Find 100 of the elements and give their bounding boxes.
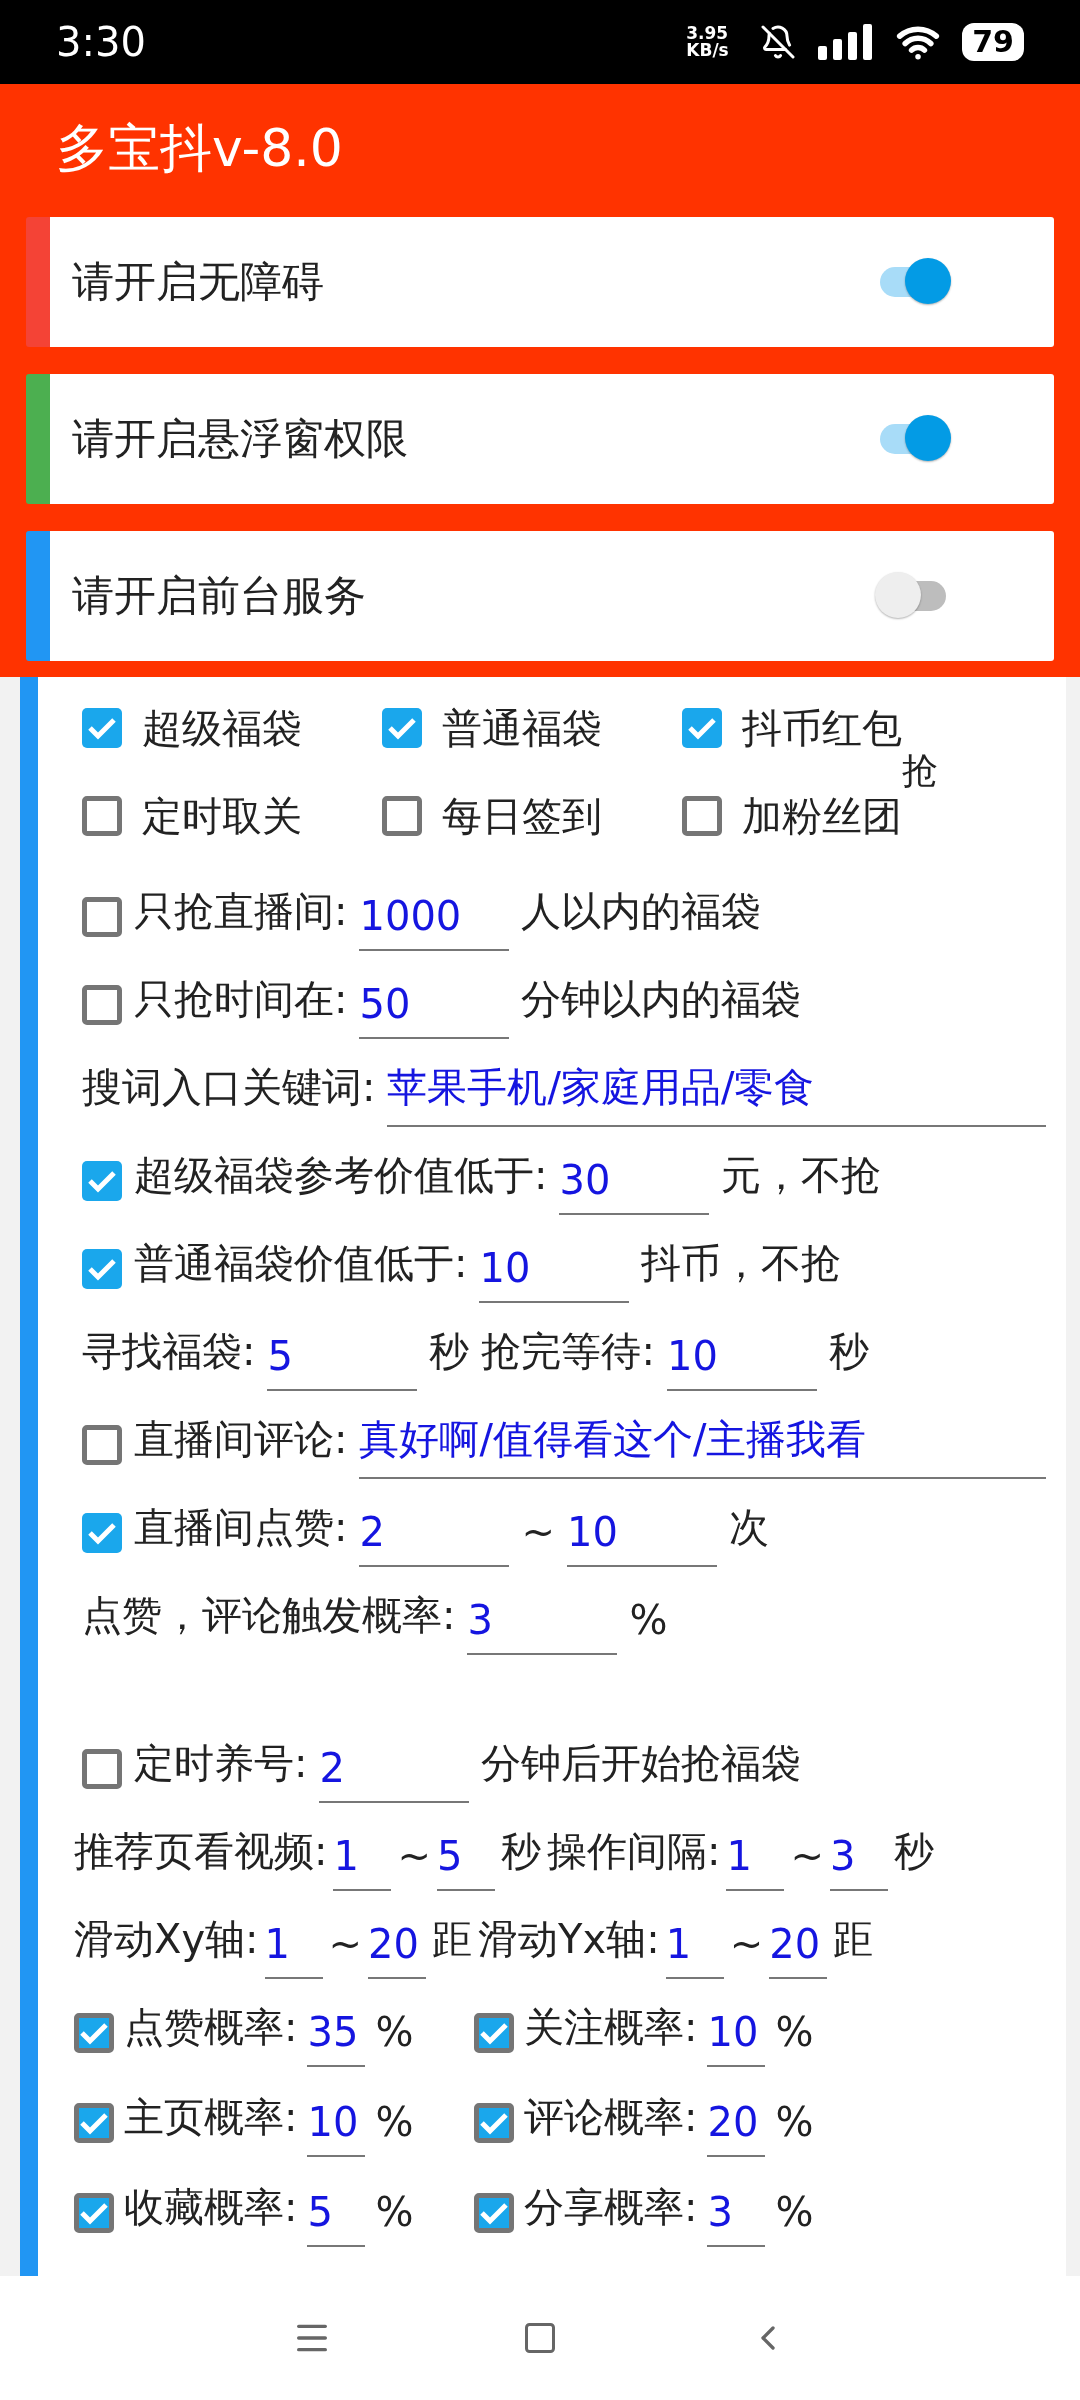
input-field[interactable]: 苹果手机/家庭用品/零食 bbox=[387, 1060, 1046, 1127]
percent-unit: % bbox=[375, 2009, 414, 2057]
checkbox[interactable] bbox=[74, 2193, 114, 2233]
input-field[interactable]: 50 bbox=[359, 981, 510, 1039]
checkbox[interactable] bbox=[74, 2103, 114, 2143]
input-field[interactable]: 5 bbox=[437, 1833, 495, 1891]
setting-label: ~ bbox=[397, 1833, 431, 1881]
percent-unit: % bbox=[775, 2189, 814, 2237]
input-field[interactable]: 10 bbox=[567, 1509, 717, 1567]
checkbox[interactable] bbox=[82, 1249, 122, 1289]
check-icon bbox=[79, 2021, 109, 2045]
checkbox[interactable] bbox=[474, 2193, 514, 2233]
check-icon bbox=[79, 2201, 109, 2225]
setting-label: 寻找福袋: bbox=[82, 1327, 256, 1376]
input-field[interactable]: 20 bbox=[368, 1921, 427, 1979]
input-field[interactable]: 1000 bbox=[359, 893, 510, 951]
input-field[interactable]: 1 bbox=[264, 1921, 323, 1979]
input-field[interactable]: 1 bbox=[726, 1833, 785, 1891]
status-time: 3:30 bbox=[56, 19, 147, 65]
input-field[interactable]: 真好啊/值得看这个/主播我看 bbox=[359, 1412, 1046, 1479]
option-label: 普通福袋 bbox=[442, 703, 602, 753]
input-field[interactable]: 5 bbox=[307, 2189, 366, 2247]
checkbox[interactable] bbox=[682, 796, 722, 836]
checkbox[interactable] bbox=[82, 1513, 122, 1553]
setting-label: 滑动Yx轴: bbox=[478, 1915, 660, 1964]
checkbox[interactable] bbox=[474, 2103, 514, 2143]
check-icon bbox=[87, 1257, 117, 1281]
setting-label: 元，不抢 bbox=[721, 1151, 882, 1200]
input-field[interactable]: 20 bbox=[707, 2099, 766, 2157]
input-field[interactable]: 10 bbox=[707, 2009, 766, 2067]
probability-label: 点赞概率: bbox=[124, 2003, 298, 2052]
option-label: 定时取关 bbox=[142, 791, 302, 841]
input-field[interactable]: 1 bbox=[665, 1921, 724, 1979]
check-icon bbox=[87, 1169, 117, 1193]
percent-unit: % bbox=[775, 2009, 814, 2057]
setting-label: 抢完等待: bbox=[481, 1327, 655, 1376]
input-field[interactable]: 2 bbox=[359, 1509, 510, 1567]
checkbox[interactable] bbox=[382, 708, 422, 748]
checkbox[interactable] bbox=[74, 2013, 114, 2053]
check-icon bbox=[479, 2021, 509, 2045]
setting-label: % bbox=[629, 1597, 668, 1645]
check-icon bbox=[687, 716, 717, 740]
checkbox[interactable] bbox=[82, 1161, 122, 1201]
percent-unit: % bbox=[375, 2099, 414, 2147]
home-icon[interactable] bbox=[522, 2320, 558, 2356]
setting-label: 秒 bbox=[828, 1327, 869, 1376]
input-field[interactable]: 3 bbox=[467, 1597, 618, 1655]
setting-label: 秒 bbox=[501, 1827, 541, 1876]
checkbox[interactable] bbox=[82, 985, 122, 1025]
setting-label: 秒 bbox=[894, 1827, 934, 1876]
permission-label: 请开启前台服务 bbox=[72, 570, 367, 622]
option-label: 抖币红包 bbox=[742, 703, 902, 753]
input-field[interactable]: 10 bbox=[666, 1333, 817, 1391]
checkbox[interactable] bbox=[82, 1425, 122, 1465]
setting-label: 人以内的福袋 bbox=[521, 887, 762, 936]
check-icon bbox=[479, 2111, 509, 2135]
setting-label: 滑动Xy轴: bbox=[74, 1915, 259, 1964]
checkbox[interactable] bbox=[82, 708, 122, 748]
input-field[interactable]: 35 bbox=[307, 2009, 366, 2067]
checkbox[interactable] bbox=[382, 796, 422, 836]
input-field[interactable]: 5 bbox=[267, 1333, 418, 1391]
check-icon bbox=[87, 716, 117, 740]
probability-label: 收藏概率: bbox=[124, 2183, 298, 2232]
checkbox[interactable] bbox=[474, 2013, 514, 2053]
setting-label: 只抢时间在: bbox=[134, 975, 348, 1024]
input-field[interactable]: 3 bbox=[830, 1833, 888, 1891]
input-field[interactable]: 1 bbox=[333, 1833, 392, 1891]
permission-label: 请开启悬浮窗权限 bbox=[72, 413, 409, 465]
checkbox[interactable] bbox=[82, 796, 122, 836]
checkbox[interactable] bbox=[82, 897, 122, 937]
input-field[interactable]: 20 bbox=[769, 1921, 828, 1979]
setting-label: 只抢直播间: bbox=[134, 887, 348, 936]
setting-label: 操作间隔: bbox=[547, 1827, 721, 1876]
checkbox[interactable] bbox=[682, 708, 722, 748]
input-field[interactable]: 10 bbox=[479, 1245, 630, 1303]
check-icon bbox=[87, 1521, 117, 1545]
setting-label: 直播间点赞: bbox=[134, 1503, 348, 1552]
option-label: 每日签到 bbox=[442, 791, 602, 841]
battery-level: 79 bbox=[962, 23, 1024, 61]
input-field[interactable]: 30 bbox=[559, 1157, 710, 1215]
input-field[interactable]: 2 bbox=[319, 1745, 470, 1803]
app-title: 多宝抖v-8.0 bbox=[55, 117, 344, 180]
input-field[interactable]: 10 bbox=[307, 2099, 366, 2157]
probability-label: 评论概率: bbox=[524, 2093, 698, 2142]
permission-label: 请开启无障碍 bbox=[72, 256, 325, 308]
mute-icon bbox=[760, 24, 797, 60]
setting-label: 直播间评论: bbox=[134, 1415, 348, 1464]
network-speed: 3.95 KB/s bbox=[686, 25, 730, 59]
checkbox[interactable] bbox=[82, 1749, 122, 1789]
input-field[interactable]: 3 bbox=[707, 2189, 766, 2247]
setting-label: 定时养号: bbox=[134, 1739, 308, 1788]
setting-label: ~ bbox=[790, 1833, 824, 1881]
probability-label: 关注概率: bbox=[524, 2003, 698, 2052]
setting-label: 超级福袋参考价值低于: bbox=[134, 1151, 548, 1200]
setting-label: 点赞，评论触发概率: bbox=[82, 1591, 456, 1640]
probability-label: 分享概率: bbox=[524, 2183, 698, 2232]
setting-label: ~ bbox=[328, 1921, 363, 1969]
option-label: 超级福袋 bbox=[142, 703, 302, 753]
setting-label: 分钟后开始抢福袋 bbox=[481, 1739, 802, 1788]
percent-unit: % bbox=[775, 2099, 814, 2147]
